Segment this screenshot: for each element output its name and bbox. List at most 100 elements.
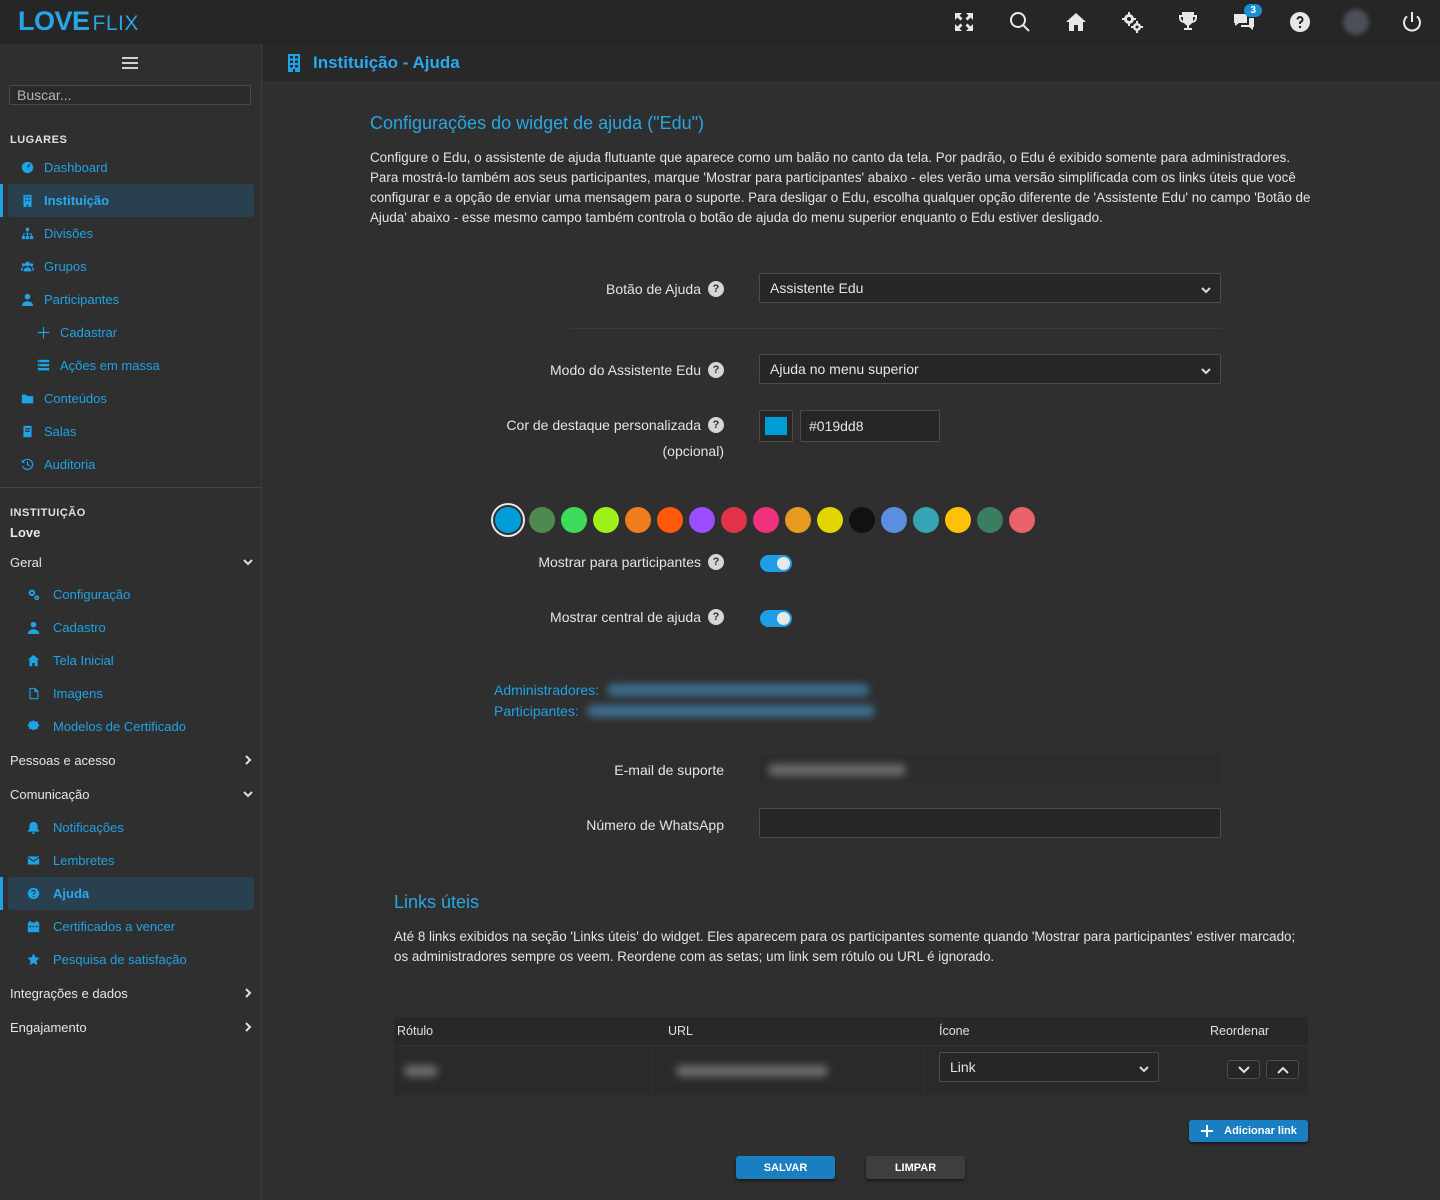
color-swatch[interactable]	[721, 507, 747, 533]
sidebar-item-imagens[interactable]: Imagens	[0, 677, 262, 710]
participants-link[interactable]: Participantes:	[494, 703, 875, 719]
chevron-down-icon	[242, 556, 254, 568]
redacted-label[interactable]	[404, 1065, 438, 1077]
trophy-icon[interactable]	[1160, 0, 1216, 44]
home-icon	[27, 654, 40, 667]
menu-toggle-icon[interactable]	[122, 57, 138, 71]
question-icon[interactable]: ?	[708, 362, 724, 378]
col-header-icon: Ícone	[939, 1024, 970, 1038]
question-icon[interactable]: ?	[708, 609, 724, 625]
sidebar-item-dashboard[interactable]: Dashboard	[0, 151, 262, 184]
sidebar-item-divisoes[interactable]: Divisões	[0, 217, 262, 250]
sidebar-item-auditoria[interactable]: Auditoria	[0, 448, 262, 481]
hex-value: #019dd8	[809, 418, 864, 434]
redacted-url[interactable]	[676, 1065, 828, 1077]
question-icon[interactable]: ?	[708, 554, 724, 570]
expand-icon[interactable]	[936, 0, 992, 44]
question-icon[interactable]: ?	[708, 281, 724, 297]
group-label: Pessoas e acesso	[10, 752, 116, 768]
color-swatch[interactable]	[1009, 507, 1035, 533]
move-down-button[interactable]	[1227, 1060, 1260, 1079]
save-button[interactable]: SALVAR	[736, 1156, 835, 1179]
color-swatch[interactable]	[977, 507, 1003, 533]
button-label: Adicionar link	[1224, 1125, 1297, 1137]
sidebar: LUGARES Dashboard Instituição Divisões G…	[0, 44, 262, 1200]
color-hex-input[interactable]: #019dd8	[800, 410, 940, 442]
color-swatch[interactable]	[689, 507, 715, 533]
accent-color-field-label: Cor de destaque personalizada ?	[506, 417, 724, 433]
group-integracoes-e-dados[interactable]: Integrações e dados	[0, 976, 262, 1010]
color-swatch[interactable]	[529, 507, 555, 533]
sidebar-item-label: Cadastro	[53, 620, 106, 635]
group-pessoas-e-acesso[interactable]: Pessoas e acesso	[0, 743, 262, 777]
sidebar-item-label: Ajuda	[53, 886, 90, 901]
sidebar-item-cadastrar[interactable]: Cadastrar	[0, 316, 262, 349]
sidebar-item-ajuda[interactable]: Ajuda	[0, 877, 254, 910]
button-label: SALVAR	[763, 1161, 808, 1174]
useful-links-title: Links úteis	[394, 892, 480, 912]
color-swatch[interactable]	[753, 507, 779, 533]
color-swatch[interactable]	[913, 507, 939, 533]
help-icon[interactable]	[1272, 0, 1328, 44]
sidebar-item-label: Dashboard	[44, 160, 108, 175]
home-icon[interactable]	[1048, 0, 1104, 44]
sidebar-item-grupos[interactable]: Grupos	[0, 250, 262, 283]
color-swatch[interactable]	[625, 507, 651, 533]
gears-icon[interactable]	[1104, 0, 1160, 44]
color-swatch[interactable]	[495, 507, 521, 533]
chat-icon[interactable]: 3	[1216, 0, 1272, 44]
group-comunicacao[interactable]: Comunicação	[0, 777, 262, 811]
sidebar-item-pesquisa-satisfacao[interactable]: Pesquisa de satisfação	[0, 943, 262, 976]
avatar[interactable]	[1328, 0, 1384, 44]
sidebar-item-acoes-em-massa[interactable]: Ações em massa	[0, 349, 262, 382]
color-swatch[interactable]	[849, 507, 875, 533]
color-swatch[interactable]	[881, 507, 907, 533]
redacted-url	[586, 705, 875, 717]
sidebar-item-configuracao[interactable]: Configuração	[0, 578, 262, 611]
dashboard-icon	[21, 161, 34, 174]
search-icon[interactable]	[992, 0, 1048, 44]
field-label-text: Mostrar para participantes	[538, 554, 701, 570]
sidebar-item-certificados-a-vencer[interactable]: Certificados a vencer	[0, 910, 262, 943]
sidebar-item-cadastro[interactable]: Cadastro	[0, 611, 262, 644]
group-geral[interactable]: Geral	[0, 545, 262, 579]
power-icon[interactable]	[1384, 0, 1440, 44]
admins-link[interactable]: Administradores:	[494, 682, 870, 698]
color-picker-swatch[interactable]	[759, 410, 793, 442]
chevron-down-icon	[1200, 364, 1212, 376]
sidebar-item-tela-inicial[interactable]: Tela Inicial	[0, 644, 262, 677]
color-swatch[interactable]	[657, 507, 683, 533]
color-swatch[interactable]	[561, 507, 587, 533]
color-swatch[interactable]	[817, 507, 843, 533]
support-email-input[interactable]	[759, 754, 1221, 784]
sidebar-item-lembretes[interactable]: Lembretes	[0, 844, 262, 877]
support-email-field-label: E-mail de suporte	[614, 762, 724, 778]
sidebar-search-input[interactable]	[9, 85, 251, 105]
color-swatch[interactable]	[593, 507, 619, 533]
sidebar-item-label: Participantes	[44, 292, 120, 307]
sidebar-item-conteudos[interactable]: Conteúdos	[0, 382, 262, 415]
question-icon[interactable]: ?	[708, 417, 724, 433]
sidebar-item-modelos-certificado[interactable]: Modelos de Certificado	[0, 710, 262, 743]
link-icon-select[interactable]: Link	[939, 1052, 1159, 1082]
sidebar-item-instituicao[interactable]: Instituição	[0, 184, 254, 217]
sidebar-item-participantes[interactable]: Participantes	[0, 283, 262, 316]
users-icon	[21, 261, 34, 272]
top-icons: 3	[936, 0, 1440, 44]
move-up-button[interactable]	[1266, 1060, 1299, 1079]
institution-title: INSTITUIÇÃO	[10, 507, 86, 519]
whatsapp-input[interactable]	[759, 808, 1221, 838]
clear-button[interactable]: LIMPAR	[866, 1156, 965, 1179]
help-button-select[interactable]: Assistente Edu	[759, 273, 1221, 303]
show-participants-toggle[interactable]	[760, 555, 792, 572]
edu-mode-select[interactable]: Ajuda no menu superior	[759, 354, 1221, 384]
color-swatch[interactable]	[945, 507, 971, 533]
color-swatch[interactable]	[785, 507, 811, 533]
sidebar-item-notificacoes[interactable]: Notificações	[0, 811, 262, 844]
show-help-center-toggle[interactable]	[760, 610, 792, 627]
app-logo[interactable]: LOVE FLIX	[18, 6, 139, 37]
sidebar-item-label: Certificados a vencer	[53, 919, 176, 934]
group-engajamento[interactable]: Engajamento	[0, 1010, 262, 1044]
sidebar-item-salas[interactable]: Salas	[0, 415, 262, 448]
add-link-button[interactable]: Adicionar link	[1189, 1120, 1308, 1142]
